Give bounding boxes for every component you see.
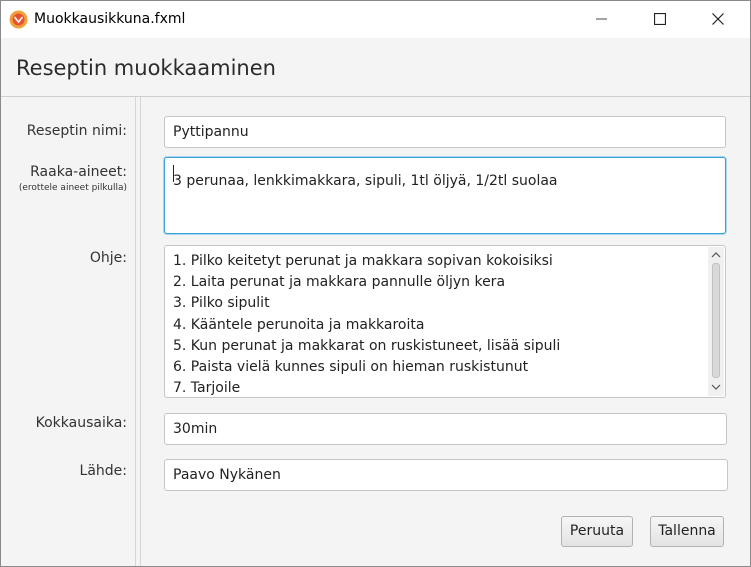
page-title: Reseptin muokkaaminen <box>16 56 276 80</box>
ingredients-field[interactable]: 3 perunaa, lenkkimakkara, sipuli, 1tl öl… <box>164 157 726 234</box>
app-icon <box>9 10 28 29</box>
ingredients-label: Raaka-aineet: <box>30 164 127 180</box>
instructions-label: Ohje: <box>89 250 127 266</box>
column-divider-inner <box>140 97 141 566</box>
instruction-line: 3. Pilko sipulit <box>173 295 270 312</box>
instruction-line: 1. Pilko keitetyt perunat ja makkara sop… <box>173 253 553 269</box>
minimize-icon <box>596 18 607 20</box>
text-caret <box>173 165 174 182</box>
header: Reseptin muokkaaminen <box>1 38 750 97</box>
scrollbar-thumb[interactable] <box>712 263 720 378</box>
instruction-line: 6. Paista vielä kunnes sipuli on hieman … <box>173 359 529 376</box>
close-button[interactable] <box>696 1 742 38</box>
minimize-button[interactable] <box>580 1 626 38</box>
ingredients-hint: (erottele aineet pilkulla) <box>18 183 127 193</box>
recipe-name-field[interactable]: Pyttipannu <box>164 116 726 148</box>
source-field[interactable]: Paavo Nykänen <box>164 459 728 491</box>
scroll-up-icon[interactable] <box>711 251 721 258</box>
ingredients-value: 3 perunaa, lenkkimakkara, sipuli, 1tl öl… <box>173 173 558 189</box>
source-label: Lähde: <box>79 463 127 479</box>
cooking-time-label: Kokkausaika: <box>35 415 127 431</box>
instructions-field[interactable]: 1. Pilko keitetyt perunat ja makkara sop… <box>164 245 726 398</box>
instruction-line: 5. Kun perunat ja makkarat on ruskistune… <box>173 337 561 354</box>
title-bar[interactable]: Muokkausikkuna.fxml <box>1 1 750 38</box>
column-divider <box>135 97 136 566</box>
name-label: Reseptin nimi: <box>26 123 127 139</box>
close-icon <box>712 13 724 25</box>
scroll-down-icon[interactable] <box>711 384 721 391</box>
maximize-icon <box>654 13 666 25</box>
edit-recipe-window: Muokkausikkuna.fxml Reseptin muokkaamine… <box>0 0 751 567</box>
window-title: Muokkausikkuna.fxml <box>34 11 186 27</box>
instructions-lines: 1. Pilko keitetyt perunat ja makkara sop… <box>173 251 561 397</box>
maximize-button[interactable] <box>638 1 684 38</box>
cancel-button[interactable]: Peruuta <box>561 516 633 547</box>
cooking-time-field[interactable]: 30min <box>164 413 727 445</box>
instructions-scrollbar[interactable] <box>708 247 724 396</box>
instruction-line: 4. Kääntele perunoita ja makkaroita <box>173 316 425 333</box>
save-button[interactable]: Tallenna <box>650 516 724 547</box>
instruction-line: 2. Laita perunat ja makkara pannulle ölj… <box>173 274 506 291</box>
instruction-line: 7. Tarjoile <box>173 380 241 397</box>
